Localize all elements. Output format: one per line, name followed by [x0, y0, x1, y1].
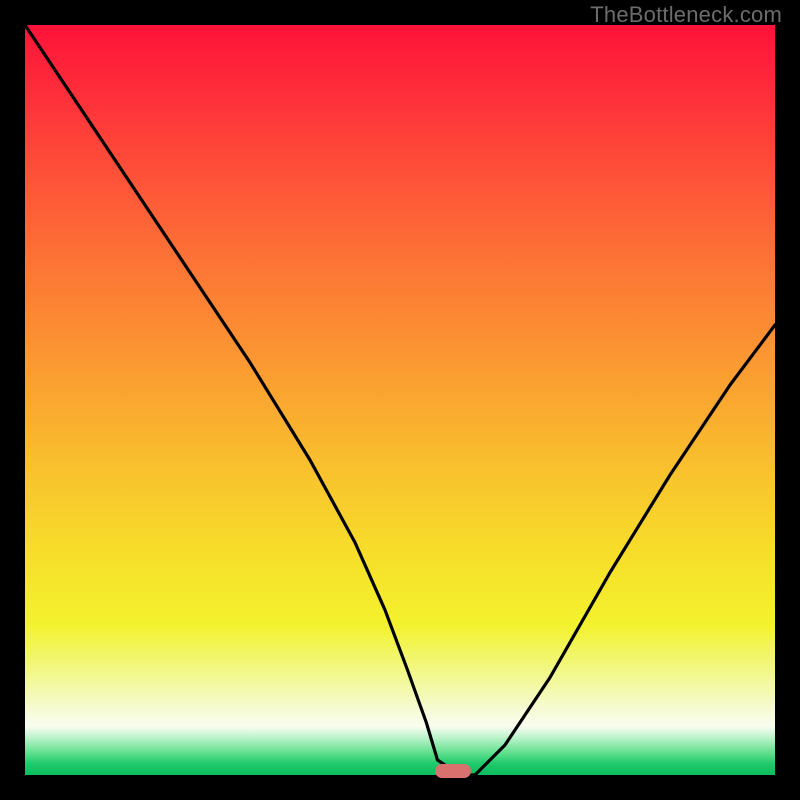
chart-frame: TheBottleneck.com — [0, 0, 800, 800]
bottleneck-curve-path — [25, 25, 775, 775]
optimal-zone-marker — [435, 764, 471, 778]
plot-area — [25, 25, 775, 775]
bottleneck-curve-svg — [25, 25, 775, 775]
